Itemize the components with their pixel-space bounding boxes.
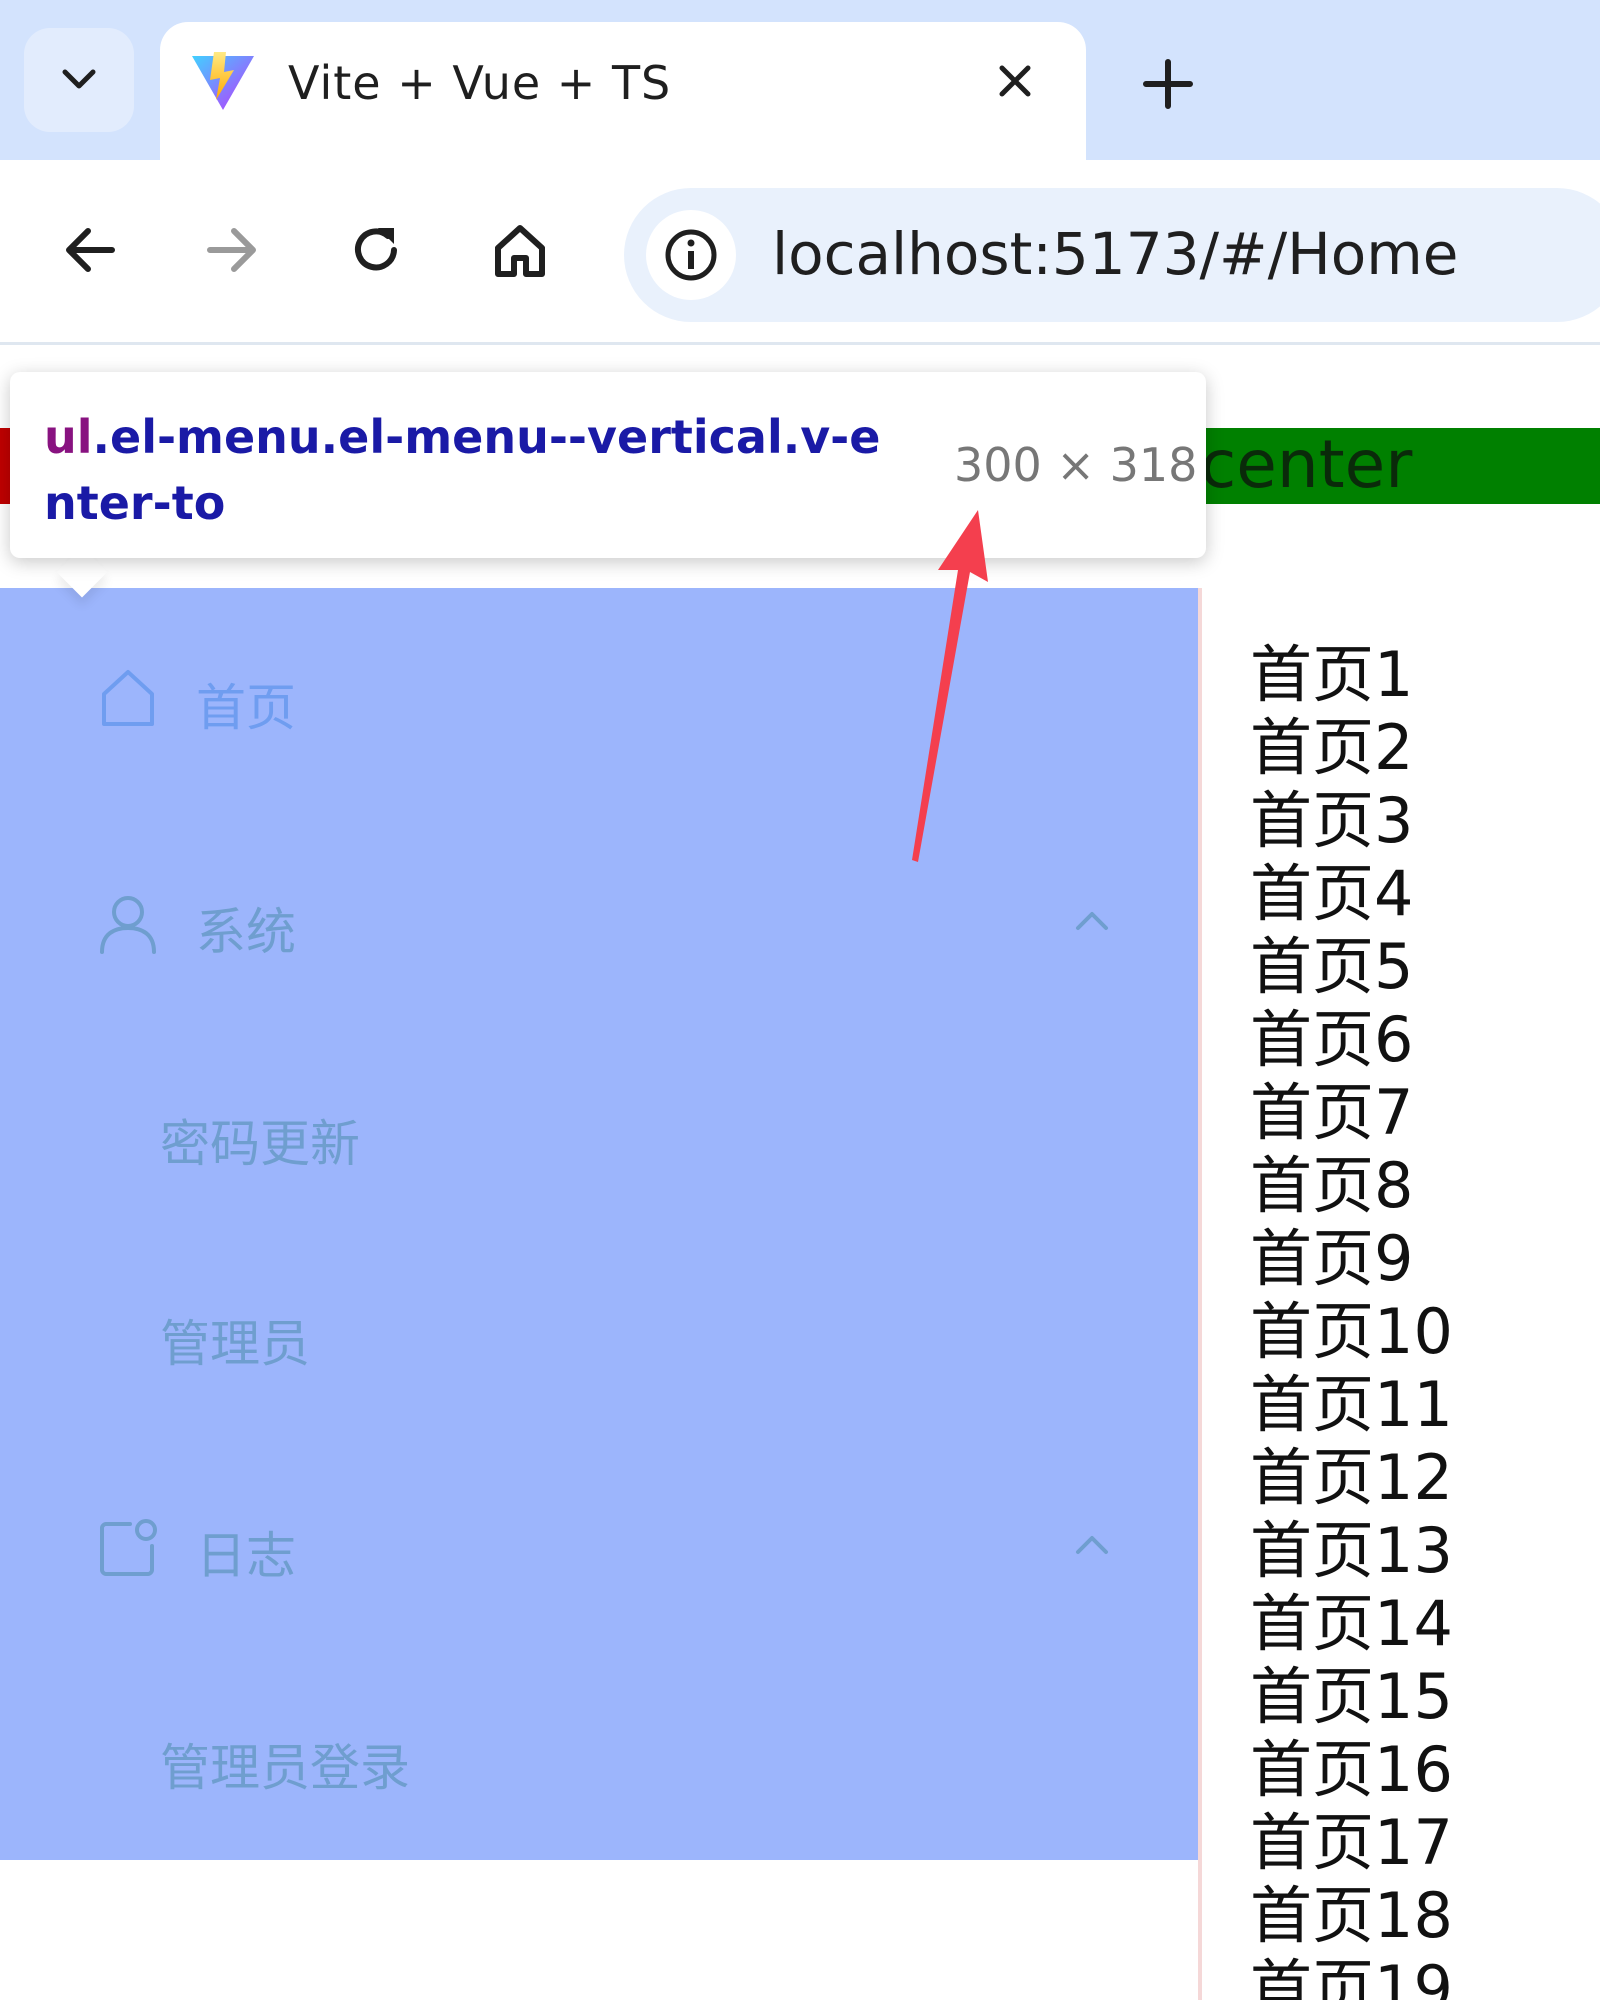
list-item: 首页17 — [1250, 1806, 1453, 1879]
tab-search-button[interactable] — [24, 28, 134, 132]
list-item: 首页9 — [1250, 1222, 1414, 1295]
tab-title: Vite + Vue + TS — [288, 56, 672, 110]
submenu-item-admin[interactable]: 管理员 — [0, 1264, 1198, 1414]
reload-button[interactable] — [336, 210, 416, 290]
arrow-left-icon — [66, 228, 115, 272]
tooltip-selector-tag: ul — [44, 410, 93, 464]
list-item: 首页6 — [1250, 1003, 1414, 1076]
header-text: center — [1200, 426, 1413, 503]
submenu-item-label: 管理员登录 — [160, 1739, 410, 1797]
arrow-right-icon — [207, 228, 256, 272]
browser-window: Vite + Vue + TS localhost:5173/#/Home ce… — [0, 0, 1600, 2000]
active-tab[interactable]: Vite + Vue + TS — [160, 22, 1086, 172]
info-icon — [665, 229, 717, 281]
content-divider — [1198, 588, 1202, 2000]
submenu-item-admin-login[interactable]: 管理员登录 — [0, 1688, 1198, 1838]
list-item: 首页8 — [1250, 1149, 1414, 1222]
chevron-up-icon[interactable] — [1070, 1524, 1114, 1568]
close-icon[interactable] — [990, 56, 1040, 106]
submenu-item-label: 管理员 — [160, 1315, 310, 1373]
menu-item-log[interactable]: 日志 — [0, 1476, 1198, 1626]
home-button[interactable] — [480, 210, 560, 290]
tab-strip: Vite + Vue + TS — [0, 0, 1600, 172]
list-item: 首页1 — [1250, 638, 1414, 711]
back-button[interactable] — [50, 210, 130, 290]
list-item: 首页10 — [1250, 1295, 1453, 1368]
browser-toolbar: localhost:5173/#/Home — [0, 160, 1600, 345]
chevron-down-icon — [62, 69, 96, 89]
list-item: 首页12 — [1250, 1441, 1453, 1514]
url-text[interactable]: localhost:5173/#/Home — [772, 220, 1458, 288]
submenu-item-password-update[interactable]: 密码更新 — [0, 1064, 1198, 1214]
tooltip-selector: ul.el-menu.el-menu--vertical.v-enter-to — [44, 404, 904, 536]
list-item: 首页3 — [1250, 784, 1414, 857]
chevron-up-icon[interactable] — [1070, 900, 1114, 944]
forward-button[interactable] — [192, 210, 272, 290]
submenu-item-label: 密码更新 — [160, 1115, 360, 1173]
log-icon — [100, 1519, 157, 1576]
tooltip-size: 300 × 318 — [954, 438, 1198, 492]
list-item: 首页11 — [1250, 1368, 1453, 1441]
house-icon — [102, 670, 154, 726]
home-list: 首页1 首页2 首页3 首页4 首页5 首页6 首页7 首页8 首页9 首页10… — [1250, 638, 1453, 2000]
menu-item-label: 系统 — [196, 903, 296, 961]
vite-logo-icon — [192, 52, 254, 110]
list-item: 首页19 — [1250, 1952, 1453, 2000]
list-item: 首页5 — [1250, 930, 1414, 1003]
devtools-inspect-tooltip: ul.el-menu.el-menu--vertical.v-enter-to … — [10, 372, 1206, 558]
tooltip-selector-classes: .el-menu.el-menu--vertical.v-enter-to — [44, 410, 881, 530]
list-item: 首页7 — [1250, 1076, 1414, 1149]
list-item: 首页16 — [1250, 1733, 1453, 1806]
menu-item-label: 首页 — [196, 679, 296, 737]
site-info-button[interactable] — [646, 210, 736, 300]
home-icon — [495, 225, 545, 277]
address-bar[interactable]: localhost:5173/#/Home — [624, 188, 1600, 322]
user-icon — [100, 896, 156, 954]
list-item: 首页18 — [1250, 1879, 1453, 1952]
reload-icon — [355, 228, 397, 271]
list-item: 首页15 — [1250, 1660, 1453, 1733]
page-viewport: center 首页 系统 密码更新 管理员 日志 管理员登录 首页1 首页2 首… — [0, 348, 1600, 2000]
list-item: 首页13 — [1250, 1514, 1453, 1587]
list-item: 首页4 — [1250, 857, 1414, 930]
plus-icon[interactable] — [1136, 52, 1200, 116]
list-item: 首页2 — [1250, 711, 1414, 784]
annotation-arrow-icon — [912, 510, 988, 862]
menu-item-label: 日志 — [196, 1527, 296, 1585]
list-item: 首页14 — [1250, 1587, 1453, 1660]
